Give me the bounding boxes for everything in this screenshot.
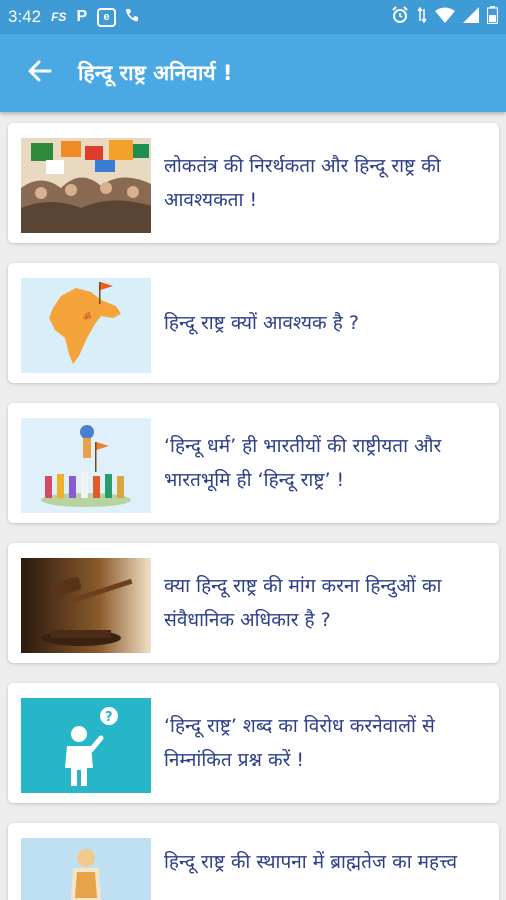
app-bar: हिन्दू राष्ट्र अनिवार्य ! xyxy=(0,34,506,112)
article-card[interactable]: क्या हिन्दू राष्ट्र की मांग करना हिन्दुओ… xyxy=(8,543,499,663)
status-bar: 3:42 FS P e xyxy=(0,0,506,34)
article-thumbnail-crowd-flags xyxy=(21,138,151,233)
article-card[interactable]: ‘हिन्दू धर्म’ ही भारतीयों की राष्ट्रीयता… xyxy=(8,403,499,523)
article-thumbnail-people-flag xyxy=(21,418,151,513)
page-title: हिन्दू राष्ट्र अनिवार्य ! xyxy=(78,61,233,85)
alarm-icon xyxy=(391,6,409,28)
article-card[interactable]: हिन्दू राष्ट्र की स्थापना में ब्राह्मतेज… xyxy=(8,823,499,900)
signal-icon xyxy=(463,7,479,27)
wifi-icon xyxy=(435,7,455,27)
article-thumbnail-gavel xyxy=(21,558,151,653)
article-title: लोकतंत्र की निरर्थकता और हिन्दू राष्ट्र … xyxy=(164,155,441,211)
svg-text:ॐ: ॐ xyxy=(83,312,91,323)
status-time: 3:42 xyxy=(8,7,42,26)
back-button[interactable] xyxy=(20,53,60,93)
article-card[interactable]: ॐ हिन्दू राष्ट्र क्यों आवश्यक है ? xyxy=(8,263,499,383)
article-title: हिन्दू राष्ट्र क्यों आवश्यक है ? xyxy=(164,312,359,334)
p-icon: P xyxy=(76,8,88,25)
svg-text:?: ? xyxy=(105,710,113,725)
fs-icon: FS xyxy=(51,10,67,24)
article-title: क्या हिन्दू राष्ट्र की मांग करना हिन्दुओ… xyxy=(164,575,442,631)
battery-icon xyxy=(486,6,499,28)
article-card[interactable]: ? ‘हिन्दू राष्ट्र’ शब्द का विरोध करनेवाल… xyxy=(8,683,499,803)
article-title: ‘हिन्दू धर्म’ ही भारतीयों की राष्ट्रीयता… xyxy=(164,435,442,491)
data-arrows-icon xyxy=(417,6,427,27)
article-title: ‘हिन्दू राष्ट्र’ शब्द का विरोध करनेवालों… xyxy=(164,715,435,771)
phone-icon xyxy=(124,7,140,27)
article-title: हिन्दू राष्ट्र की स्थापना में ब्राह्मतेज… xyxy=(164,851,458,873)
arrow-back-icon xyxy=(27,58,53,88)
article-thumbnail-india-map: ॐ xyxy=(21,278,151,373)
article-card[interactable]: लोकतंत्र की निरर्थकता और हिन्दू राष्ट्र … xyxy=(8,123,499,243)
e-icon: e xyxy=(97,7,117,27)
article-thumbnail-question-person: ? xyxy=(21,698,151,793)
article-list[interactable]: लोकतंत्र की निरर्थकता और हिन्दू राष्ट्र … xyxy=(0,112,506,900)
article-thumbnail-sage xyxy=(21,838,151,900)
